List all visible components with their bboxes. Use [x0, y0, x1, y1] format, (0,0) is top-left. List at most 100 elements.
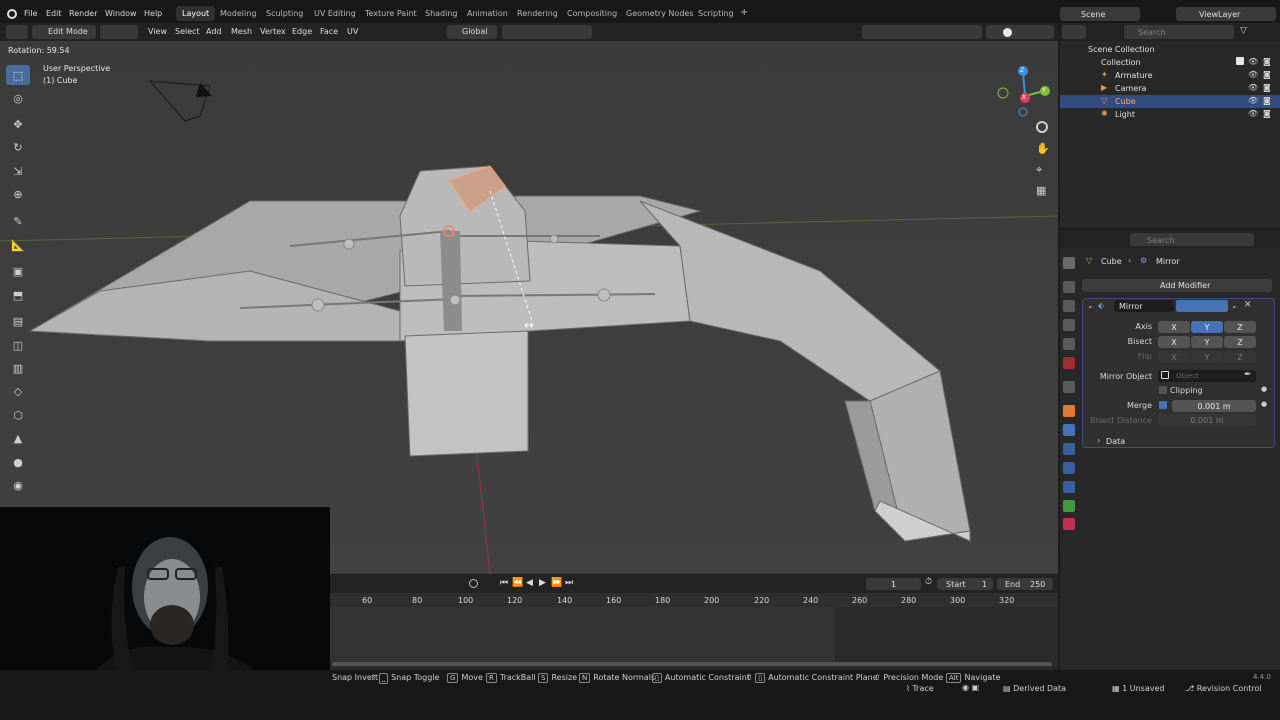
zoom-icon[interactable]	[1036, 121, 1048, 133]
material-tab-icon[interactable]	[1063, 518, 1075, 530]
tab-layout[interactable]: Layout	[176, 6, 216, 21]
tab-sculpting[interactable]: Sculpting	[266, 9, 303, 18]
cursor-tool-icon[interactable]: ◎	[6, 88, 30, 108]
outliner-editor-type-button[interactable]	[1062, 25, 1086, 39]
modifier-tab-icon[interactable]	[1063, 424, 1075, 436]
timeline-scrollbar[interactable]	[332, 662, 1052, 666]
keyframe-dot-icon[interactable]: ●	[1261, 400, 1267, 408]
object-tab-icon[interactable]	[1063, 405, 1075, 417]
tab-shading[interactable]: Shading	[425, 9, 458, 18]
collection-checkbox[interactable]	[1236, 57, 1244, 65]
menu-view[interactable]: View	[148, 27, 167, 36]
jump-start-icon[interactable]: ⏮	[500, 578, 508, 588]
poly-build-tool-icon[interactable]: ⬡	[6, 405, 30, 425]
shading-buttons[interactable]	[986, 25, 1054, 39]
constraints-tab-icon[interactable]	[1063, 481, 1075, 493]
render-camera-icon[interactable]: ◙	[1263, 57, 1271, 66]
menu-select[interactable]: Select	[175, 27, 200, 36]
data-panel-chevron-icon[interactable]: ›	[1097, 436, 1100, 445]
render-camera-icon[interactable]: ◙	[1263, 109, 1271, 118]
menu-edit[interactable]: Edit	[46, 9, 62, 18]
current-frame-field[interactable]: 1	[866, 578, 921, 590]
pan-hand-icon[interactable]: ✋	[1036, 142, 1050, 155]
tab-animation[interactable]: Animation	[467, 9, 508, 18]
status-trace[interactable]: ⌇ Trace	[906, 684, 934, 693]
stopwatch-icon[interactable]: ⏱	[925, 577, 932, 587]
select-box-tool-icon[interactable]: ⬚	[6, 65, 30, 85]
output-tab-icon[interactable]	[1063, 300, 1075, 312]
outliner-row-light[interactable]	[1060, 108, 1280, 121]
data-panel-label[interactable]: Data	[1106, 437, 1125, 446]
tab-modeling[interactable]: Modeling	[220, 9, 256, 18]
editor-type-button[interactable]	[6, 25, 28, 39]
menu-help[interactable]: Help	[144, 9, 162, 18]
add-cube-tool-icon[interactable]: ▣	[6, 261, 30, 281]
status-overlay-icons[interactable]: ◉ ▣	[962, 683, 979, 692]
smooth-tool-icon[interactable]: ●	[6, 452, 30, 472]
move-tool-icon[interactable]: ✥	[6, 114, 30, 134]
bevel-tool-icon[interactable]: ◫	[6, 335, 30, 355]
menu-uv[interactable]: UV	[347, 27, 358, 36]
flip-z-toggle[interactable]: Z	[1224, 351, 1256, 363]
3d-viewport[interactable]: ↔	[0, 41, 1058, 574]
modifier-toggle-icons[interactable]	[1176, 300, 1228, 312]
shrink-tool-icon[interactable]: ◉	[6, 475, 30, 495]
collapse-chevron-icon[interactable]: ⌄	[1087, 301, 1094, 310]
menu-vertex[interactable]: Vertex	[260, 27, 286, 36]
menu-edge[interactable]: Edge	[292, 27, 312, 36]
collection-tab-icon[interactable]	[1063, 381, 1075, 393]
remove-modifier-close-icon[interactable]: ✕	[1244, 300, 1252, 310]
bisect-y-toggle[interactable]: Y	[1191, 336, 1223, 348]
render-camera-icon[interactable]: ◙	[1263, 70, 1271, 79]
visibility-eye-icon[interactable]: 👁	[1248, 70, 1258, 79]
transform-tool-icon[interactable]: ⊕	[6, 184, 30, 204]
inset-tool-icon[interactable]: ▤	[6, 311, 30, 331]
data-tab-icon[interactable]	[1063, 500, 1075, 512]
status-unsaved[interactable]: ▦ 1 Unsaved	[1112, 684, 1164, 693]
render-camera-icon[interactable]: ◙	[1263, 96, 1271, 105]
collection-row[interactable]	[1060, 56, 1280, 69]
menu-mesh[interactable]: Mesh	[231, 27, 252, 36]
status-revision-control[interactable]: ⎇ Revision Control	[1185, 684, 1262, 693]
render-camera-icon[interactable]: ◙	[1263, 83, 1271, 92]
view-layer-tab-icon[interactable]	[1063, 319, 1075, 331]
blender-logo-icon[interactable]	[7, 9, 17, 19]
spin-tool-icon[interactable]: ▲	[6, 428, 30, 448]
jump-end-icon[interactable]: ⏭	[565, 578, 573, 588]
filter-icon[interactable]: ▽	[1240, 26, 1247, 36]
extrude-tool-icon[interactable]: ⬒	[6, 285, 30, 305]
menu-file[interactable]: File	[24, 9, 37, 18]
eyedropper-icon[interactable]: ✒	[1244, 370, 1252, 380]
pivot-snap-buttons[interactable]	[502, 25, 592, 39]
annotate-tool-icon[interactable]: ✎	[6, 211, 30, 231]
outliner-row-camera[interactable]	[1060, 82, 1280, 95]
outliner-row-cube[interactable]	[1060, 95, 1280, 108]
visibility-eye-icon[interactable]: 👁	[1248, 83, 1258, 92]
menu-face[interactable]: Face	[320, 27, 338, 36]
tool-tab-icon[interactable]	[1063, 257, 1075, 269]
merge-distance-field[interactable]: 0.001 m	[1172, 400, 1256, 412]
tab-uv-editing[interactable]: UV Editing	[314, 9, 356, 18]
scale-tool-icon[interactable]: ⇲	[6, 161, 30, 181]
rotate-tool-icon[interactable]: ↻	[6, 137, 30, 157]
axis-z-toggle[interactable]: Z	[1224, 321, 1256, 333]
grid-view-icon[interactable]: ▦	[1036, 184, 1046, 197]
particles-tab-icon[interactable]	[1063, 443, 1075, 455]
axis-y-toggle[interactable]: Y	[1191, 321, 1223, 333]
modifier-dropdown-icon[interactable]: ⌄	[1231, 301, 1238, 310]
bisect-distance-field[interactable]: 0.001 m	[1158, 414, 1256, 426]
prev-key-icon[interactable]: ⏪	[512, 578, 523, 588]
status-derived-data[interactable]: ▤ Derived Data	[1003, 684, 1066, 693]
world-tab-icon[interactable]	[1063, 357, 1075, 369]
tab-rendering[interactable]: Rendering	[517, 9, 558, 18]
flip-x-toggle[interactable]: X	[1158, 351, 1190, 363]
play-icon[interactable]: ▶	[539, 578, 546, 588]
tab-geometry-nodes[interactable]: Geometry Nodes	[626, 9, 693, 18]
camera-view-icon[interactable]: ⌖	[1036, 163, 1042, 177]
outliner-row-armature[interactable]	[1060, 69, 1280, 82]
play-reverse-icon[interactable]: ◀	[526, 578, 533, 588]
scene-tab-icon[interactable]	[1063, 338, 1075, 350]
next-key-icon[interactable]: ⏩	[551, 578, 562, 588]
merge-checkbox[interactable]	[1159, 401, 1167, 409]
menu-render[interactable]: Render	[69, 9, 97, 18]
